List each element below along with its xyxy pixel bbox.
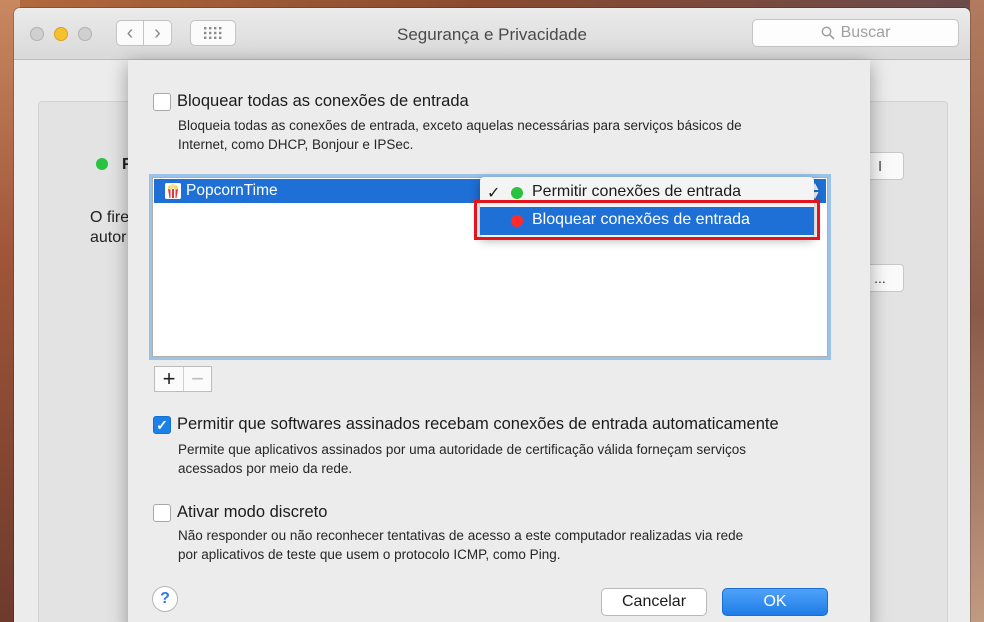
help-button[interactable]: ? [152, 586, 178, 612]
allow-dot-icon [511, 187, 523, 199]
title-bar: ‹ › Segurança e Privacidade Buscar [14, 8, 970, 60]
add-app-button[interactable]: + [155, 366, 183, 391]
signed-software-description: Permite que aplicativos assinados por um… [178, 440, 746, 478]
signed-software-description-line1: Permite que aplicativos assinados por um… [178, 442, 747, 457]
ok-button[interactable]: OK [722, 588, 828, 616]
stealth-mode-description-line2: por aplicativos de teste que usem o prot… [178, 547, 561, 562]
desktop-background-right [970, 0, 984, 622]
stealth-mode-description-line1: Não responder ou não reconhecer tentativ… [178, 528, 744, 543]
block-all-description: Bloqueia todas as conexões de entrada, e… [178, 116, 742, 154]
firewall-description: O fire autor [90, 208, 129, 248]
search-icon [821, 26, 835, 40]
stealth-mode-checkbox[interactable] [153, 504, 171, 522]
preferences-window: ‹ › Segurança e Privacidade Buscar F O f… [14, 8, 970, 622]
firewall-description-line2: autor [90, 229, 127, 246]
checkmark-icon: ✓ [156, 416, 168, 433]
app-name: PopcornTime [186, 182, 278, 199]
firewall-options-sheet: Bloquear todas as conexões de entrada Bl… [128, 60, 870, 622]
highlight-annotation-box [474, 200, 820, 240]
search-placeholder: Buscar [840, 24, 891, 41]
signed-software-description-line2: acessados por meio da rede. [178, 461, 353, 476]
remove-app-button[interactable]: − [182, 366, 211, 391]
block-all-description-line2: Internet, como DHCP, Bonjour e IPSec. [178, 137, 414, 152]
signed-software-checkbox[interactable]: ✓ [153, 416, 171, 434]
block-all-description-line1: Bloqueia todas as conexões de entrada, e… [178, 118, 742, 133]
firewall-status-dot [96, 158, 108, 170]
menu-item-allow-label: Permitir conexões de entrada [532, 183, 741, 200]
block-all-checkbox[interactable] [153, 93, 171, 111]
stealth-mode-description: Não responder ou não reconhecer tentativ… [178, 526, 743, 564]
stealth-mode-label[interactable]: Ativar modo discreto [177, 503, 327, 522]
search-field[interactable]: Buscar [752, 19, 959, 47]
firewall-description-line1: O fire [90, 209, 130, 226]
block-all-label[interactable]: Bloquear todas as conexões de entrada [177, 92, 469, 111]
add-remove-control: + − [154, 366, 212, 392]
popcorn-app-icon [165, 183, 181, 199]
cancel-button[interactable]: Cancelar [601, 588, 707, 616]
signed-software-label[interactable]: Permitir que softwares assinados recebam… [177, 415, 779, 434]
